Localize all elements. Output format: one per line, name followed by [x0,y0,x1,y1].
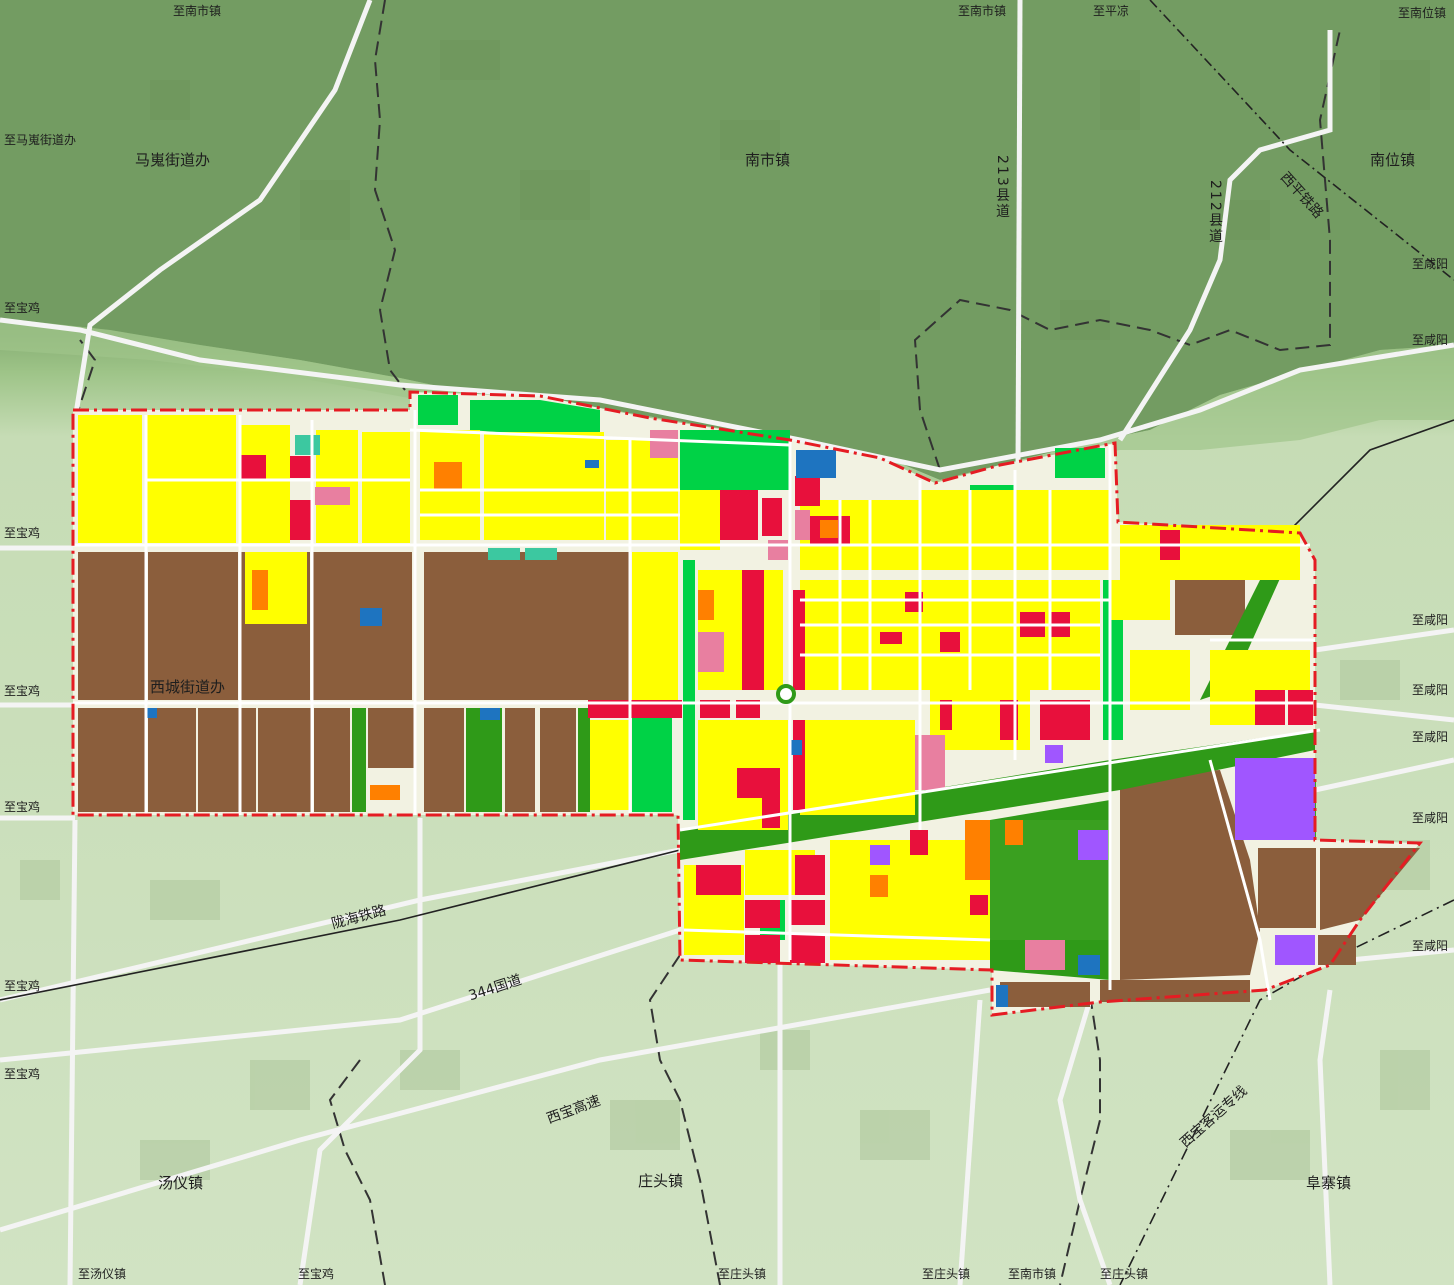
town-label: 马嵬街道办 [135,151,211,169]
direction-label: 至汤仪镇 [78,1267,127,1281]
town-label: 阜寨镇 [1306,1174,1352,1192]
land-use-map: 至南市镇 至南市镇 至平凉 至南位镇 至马嵬街道办 至宝鸡 至宝鸡 至宝鸡 至宝… [0,0,1454,1285]
direction-label: 至南市镇 [958,4,1007,18]
direction-label: 至咸阳 [1412,257,1449,271]
direction-label: 至南市镇 [1008,1267,1057,1281]
direction-label: 至宝鸡 [4,684,41,698]
direction-label: 至宝鸡 [4,301,41,315]
route-label: 213县道 [994,155,1010,220]
direction-label: 至咸阳 [1412,939,1449,953]
direction-label: 至庄头镇 [1100,1267,1149,1281]
direction-label: 至宝鸡 [4,979,41,993]
direction-label: 至宝鸡 [4,1067,41,1081]
town-label: 汤仪镇 [158,1174,204,1192]
direction-label: 至咸阳 [1412,811,1449,825]
direction-label: 至宝鸡 [298,1267,335,1281]
direction-label: 至宝鸡 [4,526,41,540]
direction-label: 至南市镇 [173,4,222,18]
direction-label: 至平凉 [1093,4,1130,18]
direction-label: 至咸阳 [1412,683,1449,697]
town-label: 南市镇 [745,151,791,169]
direction-label: 至庄头镇 [922,1267,971,1281]
route-label: 212县道 [1207,180,1223,245]
town-label: 庄头镇 [638,1172,684,1190]
direction-label: 至咸阳 [1412,333,1449,347]
town-label: 西城街道办 [150,678,226,696]
town-label: 南位镇 [1370,151,1416,169]
direction-label: 至庄头镇 [718,1267,767,1281]
direction-label: 至南位镇 [1398,6,1447,20]
direction-label: 至咸阳 [1412,613,1449,627]
direction-label: 至咸阳 [1412,730,1449,744]
central-roundabout [776,684,796,704]
direction-label: 至马嵬街道办 [4,133,77,147]
direction-label: 至宝鸡 [4,800,41,814]
